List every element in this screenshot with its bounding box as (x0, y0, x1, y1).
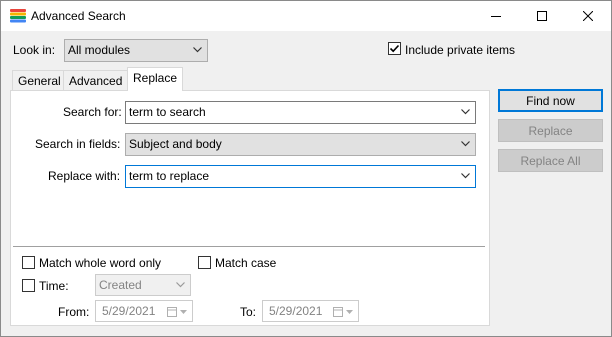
chevron-down-icon (461, 141, 470, 147)
replace-button[interactable]: Replace (498, 119, 603, 142)
to-label: To: (240, 305, 257, 319)
from-date-picker[interactable]: 5/29/2021 (95, 300, 193, 322)
tab-advanced[interactable]: Advanced (63, 70, 129, 91)
maximize-button[interactable] (519, 1, 565, 31)
options-separator (13, 246, 485, 247)
chevron-down-icon (193, 47, 202, 53)
calendar-icon (167, 307, 177, 317)
search-for-input[interactable]: term to search (125, 101, 476, 124)
from-label: From: (58, 305, 90, 319)
search-for-label: Search for: (63, 105, 122, 119)
minimize-button[interactable] (473, 1, 519, 31)
from-date-value: 5/29/2021 (102, 304, 156, 318)
replace-all-button[interactable]: Replace All (498, 149, 603, 172)
search-in-fields-value: Subject and body (129, 137, 222, 151)
window-title: Advanced Search (31, 9, 126, 23)
replace-tab-panel (10, 90, 490, 326)
match-case-checkbox[interactable] (198, 256, 211, 269)
chevron-down-icon (180, 310, 187, 314)
search-in-fields-label: Search in fields: (35, 137, 121, 151)
replace-with-label: Replace with: (48, 169, 121, 183)
calendar-icon (333, 307, 343, 317)
find-now-button[interactable]: Find now (498, 89, 603, 112)
close-icon (583, 11, 593, 21)
match-case-label[interactable]: Match case (215, 256, 276, 270)
title-bar[interactable]: Advanced Search (1, 1, 611, 31)
time-field-dropdown[interactable]: Created (95, 274, 191, 296)
look-in-label: Look in: (13, 43, 56, 57)
to-date-value: 5/29/2021 (269, 304, 323, 318)
search-for-value: term to search (129, 105, 206, 119)
minimize-icon (491, 16, 501, 17)
include-private-checkbox[interactable] (388, 42, 401, 55)
look-in-dropdown[interactable]: All modules (64, 39, 208, 62)
to-date-picker[interactable]: 5/29/2021 (262, 300, 359, 322)
replace-with-input[interactable]: term to replace (125, 165, 476, 188)
tab-replace-label: Replace (133, 71, 178, 85)
search-in-fields-dropdown[interactable]: Subject and body (125, 133, 476, 156)
match-whole-word-checkbox[interactable] (22, 256, 35, 269)
replace-with-value: term to replace (129, 169, 210, 183)
tab-advanced-label: Advanced (69, 74, 123, 88)
chevron-down-icon[interactable] (461, 109, 470, 115)
app-stripes-icon (10, 9, 26, 23)
advanced-search-window: Advanced Search Look in: All modules Inc… (0, 0, 612, 337)
time-field-value: Created (99, 278, 142, 292)
close-button[interactable] (565, 1, 611, 31)
chevron-down-icon (346, 310, 353, 314)
look-in-value: All modules (68, 43, 131, 57)
time-label[interactable]: Time: (39, 279, 69, 293)
tab-general-label: General (18, 74, 61, 88)
tab-replace[interactable]: Replace (127, 67, 184, 91)
chevron-down-icon (176, 282, 185, 288)
time-checkbox[interactable] (22, 279, 35, 292)
chevron-down-icon[interactable] (461, 173, 470, 179)
maximize-icon (537, 11, 547, 21)
checkmark-icon (389, 44, 400, 53)
match-whole-word-label[interactable]: Match whole word only (39, 256, 161, 270)
tab-general[interactable]: General (12, 70, 67, 91)
include-private-label[interactable]: Include private items (405, 43, 515, 57)
